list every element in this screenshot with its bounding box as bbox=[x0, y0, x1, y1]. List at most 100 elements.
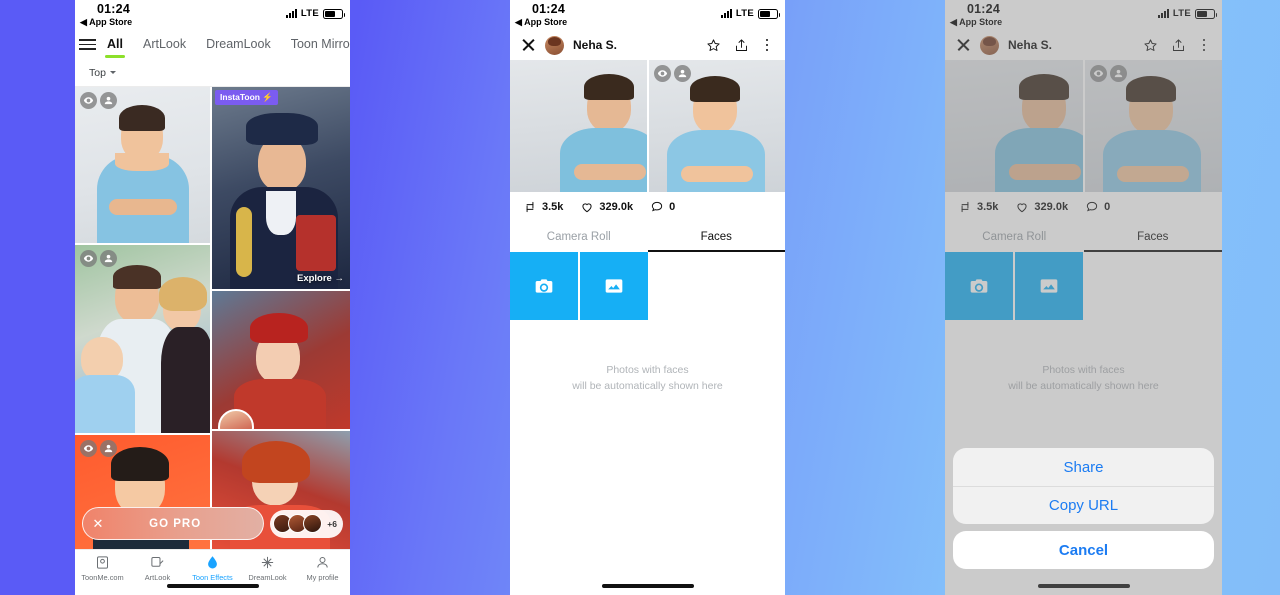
feed-tab-bar: All ArtLook DreamLook Toon Mirror bbox=[75, 30, 350, 59]
tab-toon-mirror[interactable]: Toon Mirror bbox=[282, 32, 350, 58]
battery-icon bbox=[323, 8, 345, 19]
status-time: 01:24 bbox=[97, 2, 130, 16]
stat-reposts[interactable]: 3.5k bbox=[523, 200, 563, 214]
stat-comments[interactable]: 0 bbox=[650, 200, 675, 214]
username: Neha S. bbox=[573, 38, 618, 52]
card-badges bbox=[80, 92, 117, 109]
tab-dreamlook[interactable]: DreamLook bbox=[197, 32, 280, 58]
feed-column-left bbox=[75, 87, 211, 549]
nav-label: DreamLook bbox=[248, 573, 287, 582]
card-artwork bbox=[212, 87, 350, 289]
heart-icon bbox=[582, 203, 593, 213]
empty-line-1: Photos with faces bbox=[606, 364, 689, 376]
nav-item-dreamlook[interactable]: DreamLook bbox=[240, 555, 295, 582]
gallery-icon bbox=[605, 279, 623, 293]
network-label: LTE bbox=[300, 8, 319, 19]
nav-label: ToonMe.com bbox=[81, 573, 124, 582]
nav-label: Toon Effects bbox=[192, 573, 233, 582]
status-indicators: LTE bbox=[285, 8, 345, 19]
person-icon bbox=[100, 440, 117, 457]
nav-item-toon-effects[interactable]: Toon Effects bbox=[185, 555, 240, 582]
close-icon[interactable]: ✕ bbox=[83, 517, 113, 530]
tab-artlook[interactable]: ArtLook bbox=[134, 32, 195, 58]
avatar-group[interactable]: +6 bbox=[270, 509, 343, 538]
nav-item-artlook[interactable]: ArtLook bbox=[130, 555, 185, 582]
before-after-photos[interactable] bbox=[510, 60, 785, 192]
stat-value: 0 bbox=[669, 201, 676, 213]
nav-item-toonme[interactable]: ToonMe.com bbox=[75, 555, 130, 582]
photo-stylized[interactable] bbox=[648, 60, 785, 192]
photo-original[interactable] bbox=[510, 60, 647, 192]
phone-screen-detail: 01:24 ◀ App Store LTE Neha S. 3.5k 329.0… bbox=[510, 0, 785, 595]
feed-column-right: InstaToon ⚡ Explore → bbox=[212, 87, 350, 549]
status-bar: 01:24 ◀ App Store LTE bbox=[75, 0, 350, 30]
battery-icon bbox=[758, 8, 780, 19]
more-icon[interactable] bbox=[760, 38, 774, 52]
nav-item-my-profile[interactable]: My profile bbox=[295, 555, 350, 582]
stat-value: 3.5k bbox=[542, 201, 564, 213]
signal-icon bbox=[720, 9, 732, 18]
stat-likes[interactable]: 329.0k bbox=[580, 200, 633, 214]
instatoon-tag: InstaToon ⚡ bbox=[215, 90, 278, 105]
card-badges bbox=[80, 250, 117, 267]
signal-icon bbox=[285, 9, 297, 18]
card-badges bbox=[80, 440, 117, 457]
tab-all[interactable]: All bbox=[98, 32, 132, 58]
brush-icon bbox=[151, 557, 164, 567]
nav-label: ArtLook bbox=[144, 573, 171, 582]
feed-card-family[interactable] bbox=[75, 245, 211, 433]
gallery-tile[interactable] bbox=[580, 252, 648, 320]
network-label: LTE bbox=[735, 8, 754, 19]
nav-label: My profile bbox=[306, 573, 339, 582]
feed-card-toon-man[interactable] bbox=[75, 87, 211, 243]
eye-icon bbox=[653, 65, 671, 82]
camera-tile[interactable] bbox=[510, 252, 578, 320]
avatar[interactable] bbox=[545, 35, 564, 55]
status-indicators: LTE bbox=[720, 8, 780, 19]
close-icon[interactable] bbox=[521, 38, 536, 53]
tab-faces[interactable]: Faces bbox=[647, 222, 786, 252]
share-icon[interactable] bbox=[732, 38, 751, 53]
card-artwork bbox=[75, 245, 211, 433]
eye-icon bbox=[80, 250, 97, 267]
phone-screen-feed: 01:24 ◀ App Store LTE All ArtLook DreamL… bbox=[75, 0, 350, 595]
status-time: 01:24 bbox=[532, 2, 565, 16]
action-cancel[interactable]: Cancel bbox=[953, 531, 1214, 569]
explore-link[interactable]: Explore → bbox=[297, 273, 344, 284]
phone-screen-share-sheet: 01:24 ◀ App Store LTE Neha S. 3.5k 329.0… bbox=[945, 0, 1222, 595]
empty-state-text: Photos with faces will be automatically … bbox=[510, 362, 785, 395]
person-icon bbox=[317, 557, 328, 568]
person-icon bbox=[100, 92, 117, 109]
person-icon bbox=[100, 250, 117, 267]
detail-header: Neha S. bbox=[510, 30, 785, 60]
empty-line-2: will be automatically shown here bbox=[572, 380, 723, 393]
action-copy-url[interactable]: Copy URL bbox=[953, 486, 1214, 524]
sparkle-icon bbox=[261, 556, 274, 569]
eye-icon bbox=[80, 92, 97, 109]
comment-icon bbox=[651, 201, 663, 212]
go-pro-banner[interactable]: ✕ GO PRO +6 bbox=[82, 507, 343, 540]
action-share[interactable]: Share bbox=[953, 448, 1214, 486]
camera-icon bbox=[535, 279, 553, 293]
menu-icon[interactable] bbox=[79, 33, 96, 56]
status-bar: 01:24 ◀ App Store LTE bbox=[510, 0, 785, 30]
status-back-link[interactable]: ◀ App Store bbox=[80, 17, 132, 28]
home-indicator bbox=[166, 584, 259, 588]
star-icon[interactable] bbox=[704, 38, 723, 53]
drop-icon bbox=[208, 556, 217, 569]
sort-label: Top bbox=[89, 66, 106, 79]
go-pro-label: GO PRO bbox=[149, 517, 202, 530]
chevron-down-icon bbox=[109, 71, 116, 74]
feed-grid[interactable]: InstaToon ⚡ Explore → bbox=[75, 87, 350, 549]
action-sheet: Share Copy URL Cancel bbox=[953, 448, 1214, 569]
feed-card-instatoon-officer[interactable]: InstaToon ⚡ Explore → bbox=[212, 87, 350, 289]
feed-card-red-winter[interactable] bbox=[212, 291, 350, 429]
sort-bar[interactable]: Top bbox=[75, 59, 350, 87]
action-sheet-options: Share Copy URL bbox=[953, 448, 1214, 524]
tab-camera-roll[interactable]: Camera Roll bbox=[510, 222, 648, 252]
status-back-link[interactable]: ◀ App Store bbox=[515, 17, 567, 28]
repost-icon bbox=[526, 201, 534, 213]
card-artwork bbox=[75, 87, 211, 243]
picker-tabs: Camera Roll Faces bbox=[510, 222, 785, 252]
go-pro-button[interactable]: ✕ GO PRO bbox=[82, 507, 265, 540]
